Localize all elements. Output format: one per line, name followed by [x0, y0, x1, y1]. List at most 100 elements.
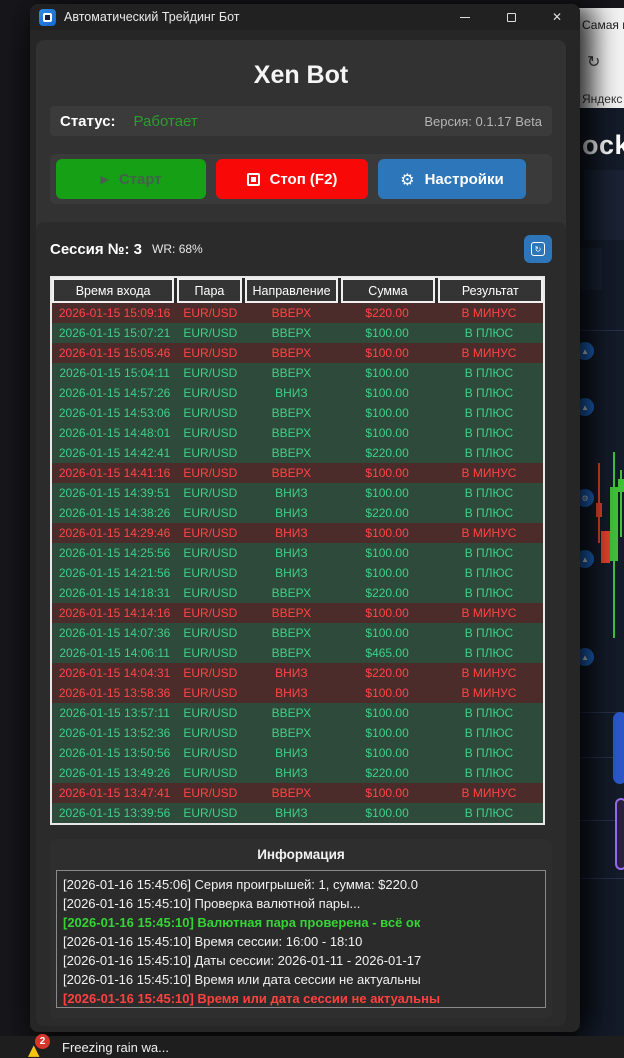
table-cell: В ПЛЮС — [464, 726, 514, 740]
column-header[interactable]: Пара — [177, 278, 242, 303]
maximize-icon — [506, 12, 516, 22]
table-cell: 2026-01-15 13:57:11 — [59, 706, 170, 720]
table-cell: В ПЛЮС — [464, 566, 514, 580]
maximize-button[interactable] — [488, 4, 534, 30]
table-row[interactable]: 2026-01-15 13:57:11 EUR/USD ВВЕРХ $100.00 В … — [52, 703, 543, 723]
stop-button[interactable]: Стоп (F2) — [216, 159, 368, 199]
table-row[interactable]: 2026-01-15 14:57:26 EUR/USD ВНИЗ $100.00 В П… — [52, 383, 543, 403]
table-cell: В ПЛЮС — [464, 326, 514, 340]
weather-widget[interactable]: ▲ 2 — [28, 1034, 50, 1058]
table-cell: $220.00 — [365, 506, 409, 520]
trades-table: Время входа Пара Направление Сумма Результат… — [50, 276, 545, 825]
gear-icon: ⚙ — [400, 169, 415, 189]
table-cell: $100.00 — [365, 346, 409, 360]
table-cell: $100.00 — [365, 546, 409, 560]
table-row[interactable]: 2026-01-15 14:25:56 EUR/USD ВНИЗ $100.00 В П… — [52, 543, 543, 563]
start-button-label: Старт — [118, 170, 162, 188]
table-cell: $100.00 — [365, 606, 409, 620]
table-cell: В МИНУС — [461, 346, 517, 360]
table-cell: $100.00 — [365, 806, 409, 820]
log-line: [2026-01-16 15:45:06] Серия проигрышей: … — [63, 877, 418, 892]
table-cell: 2026-01-15 14:57:26 — [58, 386, 171, 400]
screen: Самая и ↻ Яндекс ock 14:4 — [0, 0, 624, 1058]
log-box[interactable]: [2026-01-16 15:45:06] Серия проигрышей: … — [56, 870, 546, 1008]
table-cell: 2026-01-15 14:04:31 — [58, 666, 171, 680]
window-title: Автоматический Трейдинг Бот — [64, 10, 240, 24]
minimize-button[interactable] — [442, 4, 488, 30]
column-header[interactable]: Сумма — [341, 278, 435, 303]
table-row[interactable]: 2026-01-15 13:52:36 EUR/USD ВВЕРХ $100.00 В … — [52, 723, 543, 743]
taskbar: ▲ 2 Freezing rain wa... — [0, 1034, 624, 1058]
table-cell: EUR/USD — [183, 446, 238, 460]
table-row[interactable]: 2026-01-15 14:18:31 EUR/USD ВВЕРХ $220.00 В … — [52, 583, 543, 603]
winrate-value: 68% — [178, 242, 203, 256]
table-cell: ВВЕРХ — [271, 726, 312, 740]
titlebar[interactable]: Автоматический Трейдинг Бот ✕ — [30, 4, 580, 30]
settings-button[interactable]: ⚙ Настройки — [378, 159, 526, 199]
table-cell: 2026-01-15 13:47:41 — [58, 786, 171, 800]
table-cell: 2026-01-15 13:52:36 — [58, 726, 171, 740]
table-cell: ВНИЗ — [275, 686, 308, 700]
column-header[interactable]: Направление — [244, 278, 339, 303]
table-cell: EUR/USD — [183, 806, 238, 820]
table-row[interactable]: 2026-01-15 15:07:21 EUR/USD ВВЕРХ $100.00 В … — [52, 323, 543, 343]
table-row[interactable]: 2026-01-15 14:42:41 EUR/USD ВВЕРХ $220.00 В … — [52, 443, 543, 463]
table-cell: ВВЕРХ — [271, 306, 312, 320]
table-row[interactable]: 2026-01-15 14:48:01 EUR/USD ВВЕРХ $100.00 В … — [52, 423, 543, 443]
table-cell: EUR/USD — [183, 706, 238, 720]
table-cell: В МИНУС — [461, 306, 517, 320]
info-panel: Информация [2026-01-16 15:45:06] Серия п… — [50, 839, 552, 1018]
log-line: [2026-01-16 15:45:10] Проверка валютной … — [63, 896, 361, 911]
column-header[interactable]: Результат — [437, 278, 544, 303]
platform-panel — [578, 248, 602, 290]
table-row[interactable]: 2026-01-15 14:29:46 EUR/USD ВНИЗ $100.00 В М… — [52, 523, 543, 543]
table-row[interactable]: 2026-01-15 13:58:36 EUR/USD ВНИЗ $100.00 В М… — [52, 683, 543, 703]
log-line: [2026-01-16 15:45:10] Валютная пара пров… — [63, 915, 421, 930]
table-row[interactable]: 2026-01-15 13:49:26 EUR/USD ВНИЗ $220.00 В П… — [52, 763, 543, 783]
table-cell: EUR/USD — [183, 526, 238, 540]
session-refresh-button[interactable]: ↻ — [524, 235, 552, 263]
info-title: Информация — [257, 847, 345, 862]
table-cell: 2026-01-15 14:48:01 — [58, 426, 171, 440]
browser-headline-text: Самая и — [582, 18, 624, 32]
table-cell: $100.00 — [365, 326, 409, 340]
table-cell: EUR/USD — [183, 346, 238, 360]
table-row[interactable]: 2026-01-15 14:14:16 EUR/USD ВВЕРХ $100.00 В … — [52, 603, 543, 623]
table-row[interactable]: 2026-01-15 14:53:06 EUR/USD ВВЕРХ $100.00 В … — [52, 403, 543, 423]
table-row[interactable]: 2026-01-15 14:38:26 EUR/USD ВНИЗ $220.00 В П… — [52, 503, 543, 523]
table-row[interactable]: 2026-01-15 13:47:41 EUR/USD ВВЕРХ $100.00 В … — [52, 783, 543, 803]
table-header: Время входа Пара Направление Сумма Результат — [52, 278, 544, 303]
table-cell: EUR/USD — [183, 506, 238, 520]
table-cell: $100.00 — [365, 526, 409, 540]
table-cell: ВНИЗ — [275, 486, 308, 500]
table-row[interactable]: 2026-01-15 13:39:56 EUR/USD ВНИЗ $100.00 В П… — [52, 803, 543, 823]
table-row[interactable]: 2026-01-15 14:07:36 EUR/USD ВВЕРХ $100.00 В … — [52, 623, 543, 643]
table-row[interactable]: 2026-01-15 14:39:51 EUR/USD ВНИЗ $100.00 В П… — [52, 483, 543, 503]
table-row[interactable]: 2026-01-15 14:06:11 EUR/USD ВВЕРХ $465.00 В … — [52, 643, 543, 663]
table-cell: ВВЕРХ — [271, 326, 312, 340]
table-row[interactable]: 2026-01-15 14:41:16 EUR/USD ВВЕРХ $100.00 В … — [52, 463, 543, 483]
main-card: Xen Bot Статус: Работает Версия: 0.1.17 … — [36, 40, 566, 1026]
table-cell: 2026-01-15 14:53:06 — [58, 406, 171, 420]
session-header: Сессия №: 3 WR: 68% ↻ — [50, 234, 552, 264]
table-row[interactable]: 2026-01-15 15:09:16 EUR/USD ВВЕРХ $220.00 В … — [52, 303, 543, 323]
table-cell: ВВЕРХ — [271, 346, 312, 360]
column-header[interactable]: Время входа — [52, 278, 175, 303]
table-cell: EUR/USD — [183, 726, 238, 740]
sell-button-fragment[interactable] — [615, 798, 624, 870]
table-row[interactable]: 2026-01-15 14:21:56 EUR/USD ВНИЗ $100.00 В П… — [52, 563, 543, 583]
reload-icon[interactable]: ↻ — [587, 52, 600, 71]
table-row[interactable]: 2026-01-15 15:05:46 EUR/USD ВВЕРХ $100.00 В … — [52, 343, 543, 363]
table-cell: ВВЕРХ — [271, 786, 312, 800]
start-button[interactable]: ▶ Старт — [56, 159, 206, 199]
table-cell: В ПЛЮС — [464, 586, 514, 600]
buy-button-fragment[interactable] — [613, 712, 624, 784]
close-button[interactable]: ✕ — [534, 4, 580, 30]
table-cell: $100.00 — [365, 386, 409, 400]
table-row[interactable]: 2026-01-15 14:04:31 EUR/USD ВНИЗ $220.00 В М… — [52, 663, 543, 683]
table-row[interactable]: 2026-01-15 13:50:56 EUR/USD ВНИЗ $100.00 В П… — [52, 743, 543, 763]
session-number-label: Сессия №: 3 — [50, 240, 143, 258]
table-row[interactable]: 2026-01-15 15:04:11 EUR/USD ВВЕРХ $100.00 В … — [52, 363, 543, 383]
stop-button-label: Стоп (F2) — [269, 170, 338, 188]
table-cell: EUR/USD — [183, 566, 238, 580]
